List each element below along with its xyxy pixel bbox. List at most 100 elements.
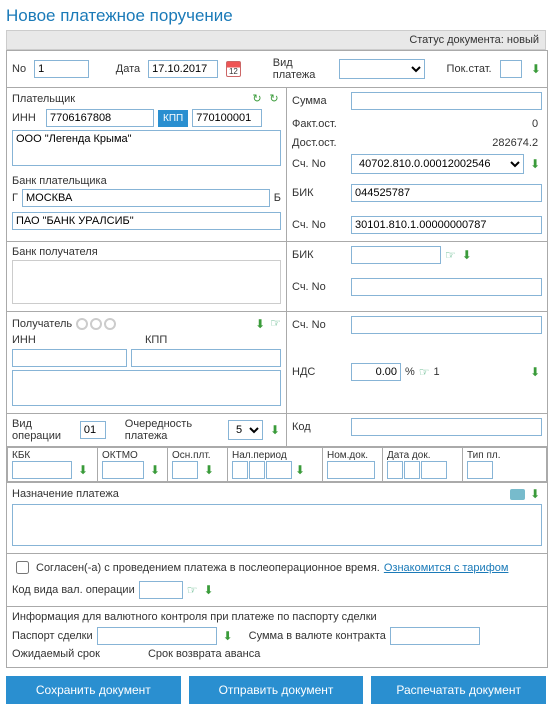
fakt-value: 0 (351, 116, 542, 132)
recip-kpp-label: КПП (145, 334, 167, 346)
arrow-down-icon[interactable]: ⬇ (76, 463, 90, 477)
payer-bank-label: Банк плательщика (12, 175, 281, 187)
hand-icon[interactable]: ☞ (445, 248, 456, 262)
datadok-2[interactable] (404, 461, 420, 479)
arrow-down-icon[interactable]: ⬇ (253, 317, 267, 331)
arrow-down-icon[interactable]: ⬇ (528, 365, 542, 379)
acc2-label: Сч. No (292, 219, 347, 231)
refresh-icon-2[interactable]: ↻ (267, 92, 281, 106)
datadok-3[interactable] (421, 461, 447, 479)
recip-bank-label: Банк получателя (12, 246, 281, 258)
date-input[interactable] (148, 60, 218, 78)
tip-head: Тип пл. (467, 450, 542, 461)
dost-label: Дост.ост. (292, 137, 347, 149)
consent-text: Согласен(-а) с проведением платежа в пос… (36, 562, 380, 574)
code-input[interactable] (351, 418, 542, 436)
nomdok-input[interactable] (327, 461, 375, 479)
no-input[interactable] (34, 60, 89, 78)
recip-bik-label: БИК (292, 249, 347, 261)
datadok-head: Дата док. (387, 450, 458, 461)
payer-name-textarea[interactable]: ООО "Легенда Крыма" (12, 130, 281, 166)
period-2[interactable] (249, 461, 265, 479)
tip-input[interactable] (467, 461, 493, 479)
op-type-input[interactable] (80, 421, 106, 439)
queue-label: Очередность платежа (125, 418, 222, 442)
fakt-label: Факт.ост. (292, 118, 347, 130)
recip-acc2-label: Сч. No (292, 319, 347, 331)
sumcontract-label: Сумма в валюте контракта (249, 630, 386, 642)
recip-kpp-input[interactable] (131, 349, 281, 367)
refresh-icon[interactable]: ↻ (250, 92, 264, 106)
period-1[interactable] (232, 461, 248, 479)
pokstat-label: Пок.стат. (447, 63, 492, 75)
consent-checkbox[interactable] (16, 561, 29, 574)
hand-icon[interactable]: ☞ (270, 316, 281, 330)
valcode-label: Код вида вал. операции (12, 584, 135, 596)
b-label: Б (274, 192, 281, 204)
datadok-1[interactable] (387, 461, 403, 479)
passport-input[interactable] (97, 627, 217, 645)
arrow-down-icon[interactable]: ⬇ (528, 157, 542, 171)
osn-input[interactable] (172, 461, 198, 479)
recip-inn-input[interactable] (12, 349, 127, 367)
sum-input[interactable] (351, 92, 542, 110)
op-type-label: Вид операции (12, 418, 74, 442)
payer-bik (351, 184, 542, 202)
calendar-icon[interactable]: 12 (226, 61, 241, 77)
valinfo-label: Информация для валютного контроля при пл… (12, 611, 542, 623)
pokstat-input[interactable] (500, 60, 522, 78)
recip-label: Получатель (12, 318, 72, 330)
recip-bank-acc (351, 278, 542, 296)
payer-label: Плательщик (12, 93, 75, 105)
arrow-down-icon[interactable]: ⬇ (293, 463, 307, 477)
status-bar: Статус документа: новый (6, 30, 546, 50)
arrow-down-icon[interactable]: ⬇ (530, 62, 543, 76)
nds-label: НДС (292, 366, 347, 378)
purpose-label: Назначение платежа (12, 488, 119, 500)
period-3[interactable] (266, 461, 292, 479)
kbk-input[interactable] (12, 461, 72, 479)
status-value: новый (507, 34, 539, 46)
arrow-down-icon[interactable]: ⬇ (221, 629, 235, 643)
queue-select[interactable]: 5 (228, 420, 263, 440)
toggle-icon[interactable] (510, 489, 525, 500)
payer-bank-acc (351, 216, 542, 234)
tariff-link[interactable]: Ознакомится с тарифом (384, 562, 509, 574)
pct-label: % (405, 366, 415, 378)
save-button[interactable]: Сохранить документ (6, 676, 181, 704)
city-prefix-label: Г (12, 192, 18, 204)
nds-input[interactable] (351, 363, 401, 381)
payer-inn-input[interactable] (46, 109, 154, 127)
valcode-input[interactable] (139, 581, 183, 599)
recip-bank-textarea (12, 260, 281, 304)
recip-bik-input[interactable] (351, 246, 441, 264)
hand-icon[interactable]: ☞ (419, 365, 430, 379)
kpp-button[interactable]: КПП (158, 110, 188, 127)
period-head: Нал.период (232, 450, 318, 461)
sum-label: Сумма (292, 95, 347, 107)
page-title: Новое платежное поручение (6, 6, 546, 26)
payer-kpp-input[interactable] (192, 109, 262, 127)
hand-icon[interactable]: ☞ (187, 583, 198, 597)
recip-acc-input[interactable] (351, 316, 542, 334)
arrow-down-icon[interactable]: ⬇ (528, 487, 542, 501)
payer-bank-name (12, 212, 281, 230)
oktmo-input[interactable] (102, 461, 144, 479)
payment-type-select[interactable] (339, 59, 425, 79)
bik-label: БИК (292, 187, 347, 199)
print-button[interactable]: Распечатать документ (371, 676, 546, 704)
arrow-down-icon[interactable]: ⬇ (269, 423, 281, 437)
arrow-down-icon[interactable]: ⬇ (148, 463, 162, 477)
purpose-textarea[interactable] (12, 504, 542, 546)
recip-name-textarea[interactable] (12, 370, 281, 406)
sumcontract-input[interactable] (390, 627, 480, 645)
recip-acc-label: Сч. No (292, 281, 347, 293)
arrow-down-icon[interactable]: ⬇ (460, 248, 474, 262)
payer-city-input[interactable] (22, 189, 270, 207)
acc-select[interactable]: 40702.810.0.00012002546 (351, 154, 524, 174)
acc-label: Сч. No (292, 158, 347, 170)
arrow-down-icon[interactable]: ⬇ (202, 463, 216, 477)
send-button[interactable]: Отправить документ (189, 676, 364, 704)
arrow-down-icon[interactable]: ⬇ (202, 583, 216, 597)
recip-inn-label: ИНН (12, 334, 42, 346)
